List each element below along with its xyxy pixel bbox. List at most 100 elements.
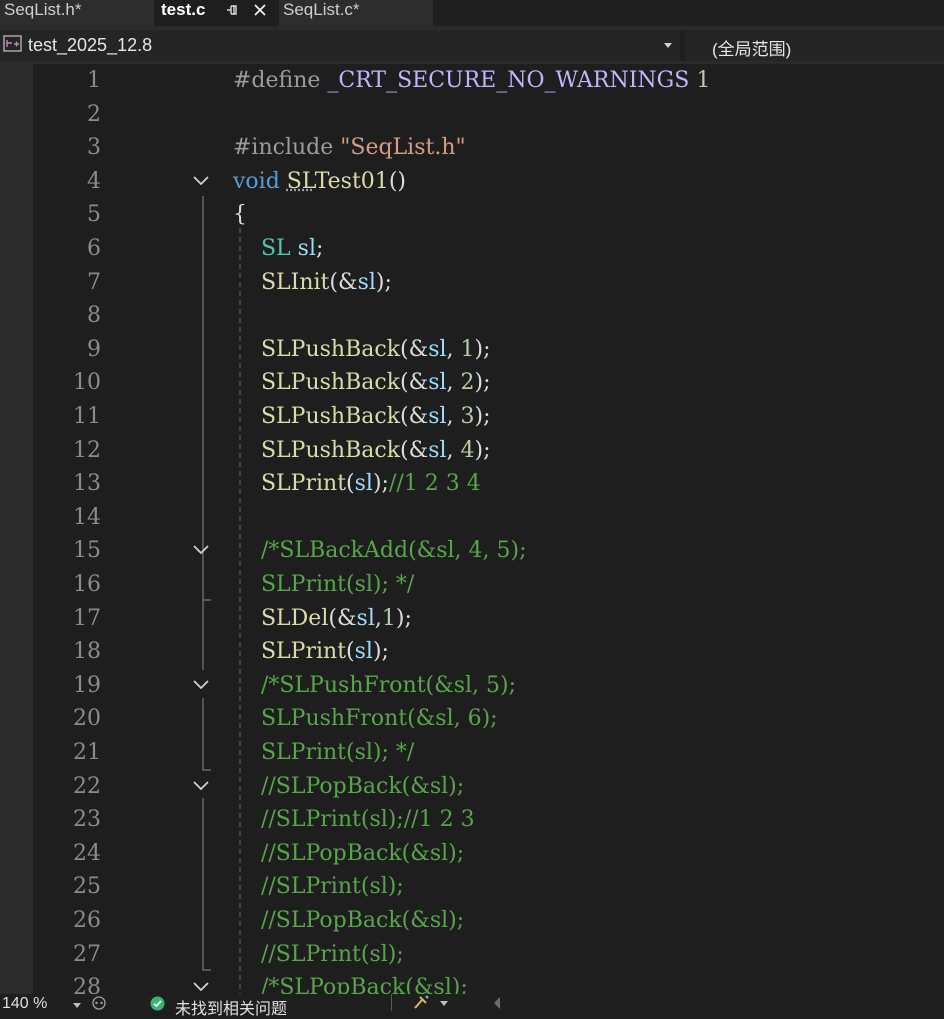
line-number: 18 xyxy=(73,639,101,665)
code-line[interactable]: 17 SLDel(&sl,1); xyxy=(33,602,944,635)
line-number: 9 xyxy=(87,336,101,362)
code-text: #define _CRT_SECURE_NO_WARNINGS 1 xyxy=(233,68,711,93)
fold-chevron-icon[interactable] xyxy=(193,680,209,690)
tab-bar: SeqList.h* test.c SeqList.c* xyxy=(0,0,944,26)
code-text: SLPrint(sl); xyxy=(260,639,389,665)
line-number: 12 xyxy=(73,437,101,463)
code-line[interactable]: 15 /*SLBackAdd(&sl, 4, 5); xyxy=(33,534,944,567)
code-line[interactable]: 27 //SLPrint(sl); xyxy=(33,938,944,971)
code-line[interactable]: 20 SLPushFront(&sl, 6); xyxy=(33,702,944,735)
code-line[interactable]: 7 SLInit(&sl); xyxy=(33,266,944,299)
code-line[interactable]: 4 void SLTest01() xyxy=(33,165,944,198)
copilot-icon[interactable] xyxy=(90,996,108,1010)
project-dropdown[interactable]: test_2025_12.8 xyxy=(0,30,680,61)
code-line[interactable]: 25 //SLPrint(sl); xyxy=(33,870,944,903)
cleanup-brush-icon[interactable] xyxy=(412,994,434,1010)
line-number: 20 xyxy=(73,706,101,732)
fold-chevron-icon[interactable] xyxy=(193,545,209,555)
code-text: //SLPrint(sl); xyxy=(260,941,404,967)
code-line[interactable]: 23 //SLPrint(sl);//1 2 3 xyxy=(33,803,944,836)
status-bar: 140 % 未找到相关问题 xyxy=(0,994,944,1018)
line-number: 15 xyxy=(73,538,101,564)
code-text: SLInit(&sl); xyxy=(260,269,392,295)
fold-chevron-icon[interactable] xyxy=(193,982,209,992)
code-text: SLPushBack(&sl, 3); xyxy=(260,404,491,429)
tab-test-c[interactable]: test.c xyxy=(157,0,276,26)
code-text: /*SLBackAdd(&sl, 4, 5); xyxy=(260,538,527,564)
code-text: SL sl; xyxy=(260,236,324,261)
line-number: 28 xyxy=(73,975,101,994)
fold-chevron-icon[interactable] xyxy=(193,176,209,186)
line-number: 10 xyxy=(73,370,101,396)
code-text: SLPrint(sl); */ xyxy=(233,572,415,597)
line-number: 19 xyxy=(73,672,101,698)
scroll-left-icon[interactable] xyxy=(492,996,502,1010)
line-number: 14 xyxy=(73,504,101,530)
line-number: 21 xyxy=(73,740,101,765)
line-number: 26 xyxy=(73,908,101,933)
project-icon xyxy=(3,35,22,52)
code-line[interactable]: 6 SL sl; xyxy=(33,232,944,265)
line-number: 27 xyxy=(73,941,101,967)
zoom-level[interactable]: 140 % xyxy=(2,995,47,1013)
code-line[interactable]: 13 SLPrint(sl);//1 2 3 4 xyxy=(33,467,944,500)
line-number: 17 xyxy=(73,605,101,631)
issues-status[interactable]: 未找到相关问题 xyxy=(175,995,287,1019)
check-circle-icon xyxy=(150,996,165,1011)
close-icon[interactable] xyxy=(252,2,268,18)
code-line[interactable]: 9 SLPushBack(&sl, 1); xyxy=(33,333,944,366)
fold-chevron-icon[interactable] xyxy=(193,780,209,791)
code-text: void SLTest01() xyxy=(233,168,406,194)
line-number: 22 xyxy=(73,773,101,799)
line-number: 5 xyxy=(87,202,101,228)
editor-margin xyxy=(0,64,33,994)
navigation-bar: test_2025_12.8 (全局范围) xyxy=(0,30,944,61)
code-text: #include "SeqList.h" xyxy=(233,135,466,161)
code-text: //SLPopBack(&sl); xyxy=(260,908,465,933)
code-line[interactable]: 3 #include "SeqList.h" xyxy=(33,131,944,164)
code-text: SLPrint(sl); */ xyxy=(233,740,415,765)
code-line[interactable]: 10 SLPushBack(&sl, 2); xyxy=(33,366,944,399)
code-line[interactable]: 5{ xyxy=(33,198,944,231)
code-text: /*SLPopBack(&sl); xyxy=(260,975,468,994)
line-number: 24 xyxy=(73,840,101,866)
code-text: /*SLPushFront(&sl, 5); xyxy=(260,672,517,698)
tab-seqlist-c[interactable]: SeqList.c* xyxy=(279,0,433,26)
code-line[interactable]: 1 #define _CRT_SECURE_NO_WARNINGS 1 xyxy=(33,64,944,97)
scope-dropdown[interactable]: (全局范围) xyxy=(686,30,944,61)
line-number: 25 xyxy=(73,874,101,900)
line-number: 16 xyxy=(73,572,101,597)
code-text: //SLPopBack(&sl); xyxy=(260,773,465,799)
code-editor[interactable]: 1 #define _CRT_SECURE_NO_WARNINGS 1 2 3 #inc… xyxy=(33,64,944,994)
code-line[interactable]: 26 //SLPopBack(&sl); xyxy=(33,904,944,937)
code-text: //SLPrint(sl); xyxy=(260,874,404,900)
code-line[interactable]: 18 SLPrint(sl); xyxy=(33,635,944,668)
code-line[interactable]: 21 SLPrint(sl); */ xyxy=(33,736,944,769)
code-line[interactable]: 24 //SLPopBack(&sl); xyxy=(33,837,944,870)
code-line[interactable]: 2 xyxy=(33,98,944,131)
code-line[interactable]: 28 /*SLPopBack(&sl); xyxy=(33,971,944,994)
code-line[interactable]: 8 xyxy=(33,299,944,332)
code-text: SLPushBack(&sl, 2); xyxy=(260,370,491,396)
code-text: SLPushBack(&sl, 4); xyxy=(260,437,491,463)
code-line[interactable]: 14 xyxy=(33,501,944,534)
tab-seqlist-h[interactable]: SeqList.h* xyxy=(0,0,154,26)
code-line[interactable]: 12 SLPushBack(&sl, 4); xyxy=(33,434,944,467)
pin-icon[interactable] xyxy=(225,3,239,17)
code-line[interactable]: 22 //SLPopBack(&sl); xyxy=(33,770,944,803)
tab-label: SeqList.h* xyxy=(4,0,82,19)
code-text: SLDel(&sl,1); xyxy=(260,605,412,631)
code-line[interactable]: 11 SLPushBack(&sl, 3); xyxy=(33,400,944,433)
line-number: 4 xyxy=(87,168,101,194)
tab-label: test.c xyxy=(161,0,206,19)
code-text: { xyxy=(233,202,247,228)
line-number: 23 xyxy=(73,807,101,833)
line-number: 1 xyxy=(87,68,101,93)
chevron-down-icon[interactable] xyxy=(73,1003,81,1008)
code-text: SLPushBack(&sl, 1); xyxy=(260,336,491,362)
chevron-down-icon[interactable] xyxy=(440,1001,448,1006)
code-line[interactable]: 16 SLPrint(sl); */ xyxy=(33,568,944,601)
line-number: 11 xyxy=(73,404,101,429)
code-line[interactable]: 19 /*SLPushFront(&sl, 5); xyxy=(33,669,944,702)
scope-label: (全局范围) xyxy=(712,40,792,59)
